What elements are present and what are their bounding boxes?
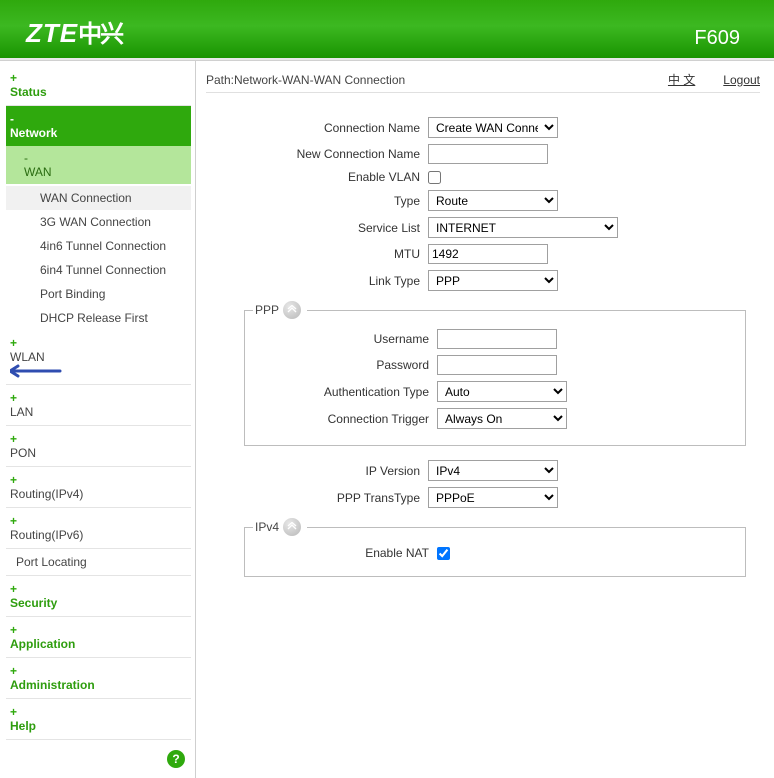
legend-ppp: PPP: [253, 301, 307, 319]
collapse-icon[interactable]: [283, 301, 301, 319]
sidebar-item-help[interactable]: +Help: [6, 699, 191, 740]
checkbox-enable-nat[interactable]: [437, 547, 450, 560]
arrow-annotation-icon: [10, 364, 189, 378]
sidebar-item-status[interactable]: +Status: [6, 65, 191, 106]
model-label: F609: [694, 27, 740, 50]
select-conn-trigger[interactable]: Always On: [437, 408, 567, 429]
breadcrumb: Path:Network-WAN-WAN Connection: [206, 73, 640, 87]
input-username[interactable]: [437, 329, 557, 349]
wan-form: Connection Name Create WAN Connection Ne…: [206, 117, 760, 577]
select-connection-name[interactable]: Create WAN Connection: [428, 117, 558, 138]
label-link-type: Link Type: [206, 274, 428, 288]
label-username: Username: [253, 332, 437, 346]
sidebar-leaf-3g-wan[interactable]: 3G WAN Connection: [6, 210, 191, 234]
sidebar-item-lan[interactable]: +LAN: [6, 385, 191, 426]
sidebar-item-wlan[interactable]: +WLAN: [6, 330, 191, 385]
input-new-connection-name[interactable]: [428, 144, 548, 164]
sidebar-leaf-4in6[interactable]: 4in6 Tunnel Connection: [6, 234, 191, 258]
brand-en: ZTE: [26, 18, 78, 48]
sidebar-item-network[interactable]: -Network: [6, 106, 191, 146]
checkbox-enable-vlan[interactable]: [428, 171, 441, 184]
fieldset-ipv4: IPv4 Enable NAT: [244, 518, 746, 577]
label-connection-name: Connection Name: [206, 121, 428, 135]
collapse-icon[interactable]: [283, 518, 301, 536]
sidebar-item-routing-ipv6[interactable]: +Routing(IPv6): [6, 508, 191, 549]
fieldset-ppp: PPP Username Password Authentication Typ…: [244, 301, 746, 446]
select-ip-version[interactable]: IPv4: [428, 460, 558, 481]
label-enable-vlan: Enable VLAN: [206, 170, 428, 184]
label-auth-type: Authentication Type: [253, 385, 437, 399]
select-auth-type[interactable]: Auto: [437, 381, 567, 402]
sidebar-leaf-dhcp-release[interactable]: DHCP Release First: [6, 306, 191, 330]
sidebar-item-routing-ipv4[interactable]: +Routing(IPv4): [6, 467, 191, 508]
sidebar-item-application[interactable]: +Application: [6, 617, 191, 658]
brand-cn: 中兴: [78, 21, 122, 48]
path-bar: Path:Network-WAN-WAN Connection 中 文 Logo…: [206, 67, 760, 93]
sidebar-sub-wan[interactable]: -WAN: [6, 146, 191, 184]
brand-logo: ZTE中兴: [26, 14, 122, 49]
label-ppp-transtype: PPP TransType: [206, 491, 428, 505]
sidebar-leaf-wan-connection[interactable]: WAN Connection: [6, 186, 191, 210]
select-type[interactable]: Route: [428, 190, 558, 211]
help-icon[interactable]: ?: [167, 750, 185, 768]
select-ppp-transtype[interactable]: PPPoE: [428, 487, 558, 508]
label-service-list: Service List: [206, 221, 428, 235]
label-ip-version: IP Version: [206, 464, 428, 478]
input-mtu[interactable]: [428, 244, 548, 264]
language-link[interactable]: 中 文: [668, 71, 695, 88]
sidebar-leaf-port-binding[interactable]: Port Binding: [6, 282, 191, 306]
sidebar-item-port-locating[interactable]: Port Locating: [6, 549, 191, 576]
sidebar-item-administration[interactable]: +Administration: [6, 658, 191, 699]
select-service-list[interactable]: INTERNET: [428, 217, 618, 238]
select-link-type[interactable]: PPP: [428, 270, 558, 291]
label-password: Password: [253, 358, 437, 372]
sidebar: +Status -Network -WAN WAN Connection 3G …: [0, 61, 196, 778]
label-new-connection-name: New Connection Name: [206, 147, 428, 161]
label-enable-nat: Enable NAT: [253, 546, 437, 560]
sidebar-leaf-6in4[interactable]: 6in4 Tunnel Connection: [6, 258, 191, 282]
sidebar-item-pon[interactable]: +PON: [6, 426, 191, 467]
content-pane: Path:Network-WAN-WAN Connection 中 文 Logo…: [196, 61, 774, 778]
logout-link[interactable]: Logout: [723, 73, 760, 87]
input-password[interactable]: [437, 355, 557, 375]
header-banner: ZTE中兴 F609: [0, 0, 774, 58]
label-type: Type: [206, 194, 428, 208]
label-conn-trigger: Connection Trigger: [253, 412, 437, 426]
sidebar-item-security[interactable]: +Security: [6, 576, 191, 617]
legend-ipv4: IPv4: [253, 518, 307, 536]
label-mtu: MTU: [206, 247, 428, 261]
